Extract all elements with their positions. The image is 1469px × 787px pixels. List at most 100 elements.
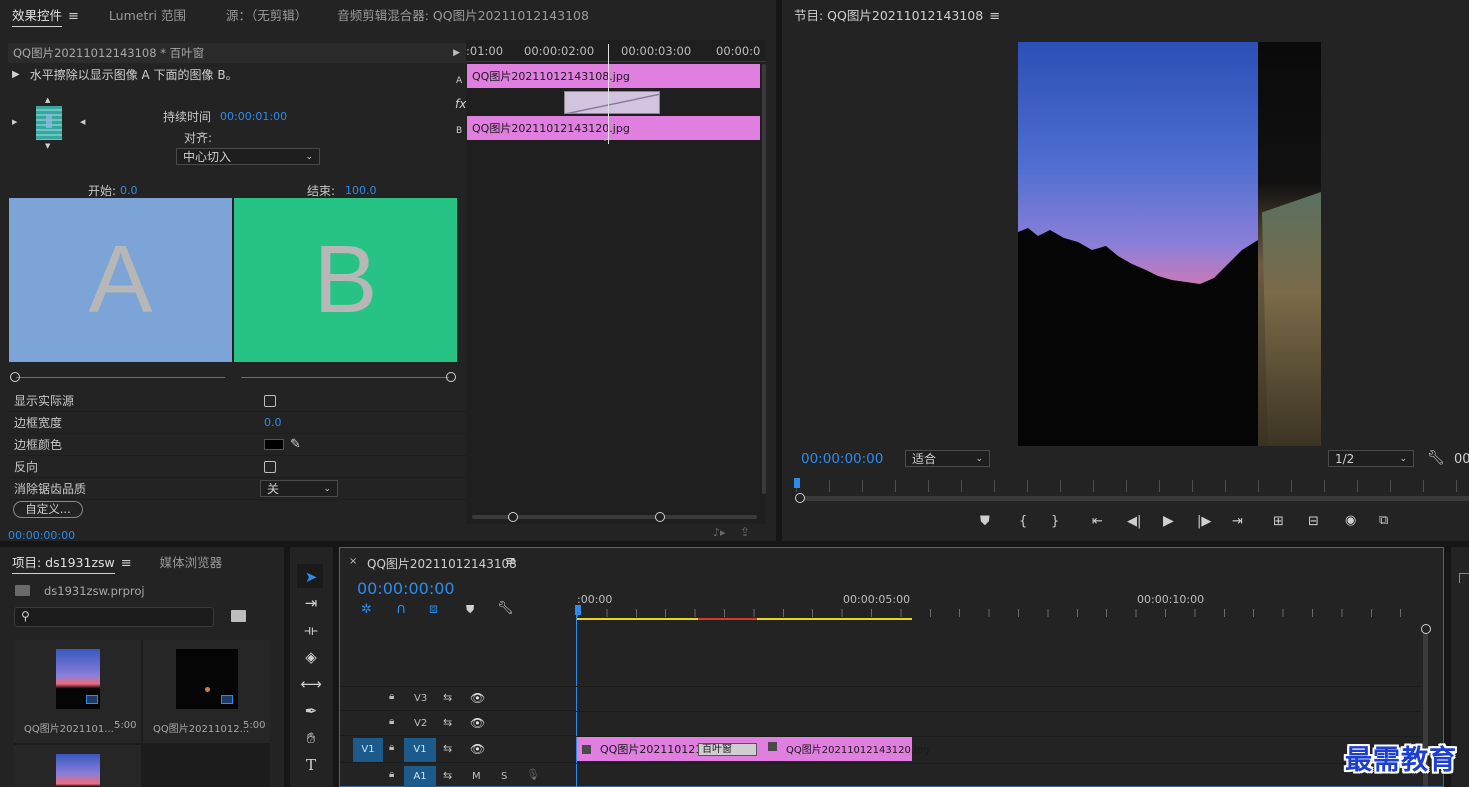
ripple-edit-tool-icon[interactable]: ⟛: [300, 619, 322, 641]
work-area-bar-yellow[interactable]: [577, 618, 698, 620]
lock-icon[interactable]: 🔒︎: [389, 716, 394, 727]
tab-project[interactable]: 项目: ds1931zsw ≡: [0, 552, 144, 574]
comparison-view-icon[interactable]: ⧉: [1379, 513, 1388, 528]
tab-lumetri-scopes[interactable]: Lumetri 范围: [97, 5, 198, 24]
panel-menu-icon[interactable]: ≡: [989, 9, 1000, 24]
mark-out-icon[interactable]: }: [1051, 514, 1059, 529]
track-select-tool-icon[interactable]: ⇥: [300, 592, 322, 614]
add-marker-icon[interactable]: ⛊: [466, 603, 474, 617]
mini-clip-b[interactable]: QQ图片20211012143120.jpg: [467, 116, 760, 140]
mini-clip-a[interactable]: QQ图片20211012143108.jpg: [467, 64, 760, 88]
step-forward-icon[interactable]: |▶: [1197, 514, 1211, 529]
lift-icon[interactable]: ⊞: [1273, 514, 1284, 529]
eyedropper-icon[interactable]: ✎: [290, 437, 301, 452]
timeline-timecode[interactable]: 00:00:00:00: [357, 579, 455, 598]
project-search-input[interactable]: ⚲: [14, 607, 214, 627]
snap-magnet-icon[interactable]: ∩: [396, 601, 406, 617]
timeline-ruler[interactable]: :00:00 00:00:05:00 00:00:10:00: [575, 592, 1422, 622]
type-tool-icon[interactable]: T: [300, 754, 322, 776]
share-icon[interactable]: ⇪: [740, 525, 750, 539]
find-icon[interactable]: [231, 610, 246, 622]
timeline-transition[interactable]: 百叶窗: [698, 743, 757, 756]
solo-button[interactable]: S: [501, 771, 507, 782]
edge-arrow-bottom-icon[interactable]: ▼: [45, 142, 50, 150]
mini-transition-block[interactable]: [564, 91, 660, 114]
step-back-icon[interactable]: ◀|: [1127, 514, 1141, 529]
end-value[interactable]: 100.0: [345, 184, 377, 197]
mini-zoom-handle-right[interactable]: [655, 512, 665, 522]
tab-source[interactable]: 源：（无剪辑）: [214, 5, 319, 24]
microphone-icon[interactable]: 🎙︎: [526, 768, 540, 781]
track-label-v1[interactable]: V1: [404, 738, 436, 762]
track-label-v2[interactable]: V2: [414, 718, 427, 729]
program-video-frame[interactable]: [1018, 42, 1321, 446]
lock-icon[interactable]: 🔒︎: [389, 742, 394, 753]
mini-vertical-scrollbar[interactable]: [762, 64, 766, 494]
align-dropdown[interactable]: 中心切入 ⌄: [176, 148, 320, 165]
work-area-bar-red[interactable]: [698, 618, 757, 620]
sync-lock-icon[interactable]: ⇆: [443, 691, 452, 704]
mute-button[interactable]: M: [472, 771, 481, 782]
border-color-swatch[interactable]: [264, 439, 284, 450]
program-timecode[interactable]: 00:00:00:00: [801, 451, 883, 467]
edge-arrow-top-icon[interactable]: ▲: [45, 96, 50, 104]
chevron-up-icon[interactable]: ^: [603, 138, 611, 148]
program-scroll-track[interactable]: [796, 496, 1469, 501]
sync-lock-icon[interactable]: ⇆: [443, 742, 452, 755]
play-transition-icon[interactable]: ▶: [12, 69, 20, 80]
selection-tool-icon[interactable]: ➤: [300, 566, 322, 588]
panel-menu-icon[interactable]: ≡: [121, 556, 132, 571]
fit-dropdown[interactable]: 适合 ⌄: [905, 450, 990, 467]
project-item[interactable]: QQ图片2021101... 5:00: [14, 640, 141, 743]
track-label-v3[interactable]: V3: [414, 693, 427, 704]
lock-icon[interactable]: 🔒︎: [389, 769, 394, 780]
reverse-checkbox[interactable]: [264, 460, 276, 473]
effect-controls-timecode[interactable]: 00:00:00:00: [8, 529, 75, 542]
play-icon[interactable]: ▶: [1163, 513, 1174, 529]
project-item[interactable]: [14, 745, 141, 787]
edge-arrow-right-icon[interactable]: ◀: [80, 118, 85, 126]
antialias-dropdown[interactable]: 关 ⌄: [260, 480, 338, 497]
end-slider-track[interactable]: [241, 377, 449, 378]
tab-media-browser[interactable]: 媒体浏览器: [148, 552, 235, 571]
close-tab-icon[interactable]: ×: [349, 556, 357, 567]
track-label-a1[interactable]: A1: [404, 766, 436, 787]
razor-tool-icon[interactable]: ◈: [300, 646, 322, 668]
timeline-scroll-handle[interactable]: [1421, 624, 1431, 634]
duration-value[interactable]: 00:00:01:00: [220, 110, 287, 123]
sync-lock-icon[interactable]: ⇆: [443, 716, 452, 729]
sync-lock-icon[interactable]: ⇆: [443, 769, 452, 782]
sequence-tab-title[interactable]: QQ图片20211012143108: [367, 555, 517, 572]
transition-thumbnail[interactable]: [36, 106, 62, 140]
mini-zoom-handle-left[interactable]: [508, 512, 518, 522]
timeline-settings-wrench-icon[interactable]: 🔧︎: [497, 601, 514, 616]
show-actual-sources-checkbox[interactable]: [264, 394, 276, 407]
work-area-bar-yellow[interactable]: [757, 618, 912, 620]
export-audio-icon[interactable]: ♪▸: [713, 526, 726, 539]
border-width-value[interactable]: 0.0: [264, 416, 282, 429]
export-frame-icon[interactable]: ◉: [1345, 513, 1356, 528]
program-scroll-handle[interactable]: [795, 493, 805, 503]
mini-playhead[interactable]: [608, 44, 609, 144]
tab-program-monitor[interactable]: 节目: QQ图片20211012143108 ≡: [782, 5, 1012, 24]
eye-icon[interactable]: 👁︎: [470, 716, 485, 730]
play-only-icon[interactable]: ▶: [453, 48, 460, 58]
resolution-dropdown[interactable]: 1/2 ⌄: [1328, 450, 1414, 467]
project-item[interactable]: QQ图片20211012... 5:00: [143, 640, 270, 743]
go-to-out-icon[interactable]: ⇥: [1232, 514, 1243, 529]
start-value[interactable]: 0.0: [120, 184, 138, 197]
extract-icon[interactable]: ⊟: [1308, 514, 1319, 529]
linked-selection-icon[interactable]: ⧈: [429, 601, 438, 617]
program-scrub-ruler[interactable]: [796, 480, 1469, 492]
mark-in-icon[interactable]: {: [1019, 514, 1027, 529]
eye-icon[interactable]: 👁︎: [470, 742, 485, 756]
tab-effect-controls[interactable]: 效果控件 ≡: [0, 5, 91, 27]
program-playhead-marker[interactable]: [794, 478, 800, 488]
pen-tool-icon[interactable]: ✒: [300, 700, 322, 722]
wrench-icon[interactable]: 🔧︎: [1427, 450, 1445, 466]
go-to-in-icon[interactable]: ⇤: [1092, 514, 1103, 529]
end-slider-handle[interactable]: [446, 372, 456, 382]
edge-arrow-left-icon[interactable]: ▶: [12, 118, 17, 126]
start-slider-handle[interactable]: [10, 372, 20, 382]
source-patch-v1[interactable]: V1: [353, 738, 383, 762]
